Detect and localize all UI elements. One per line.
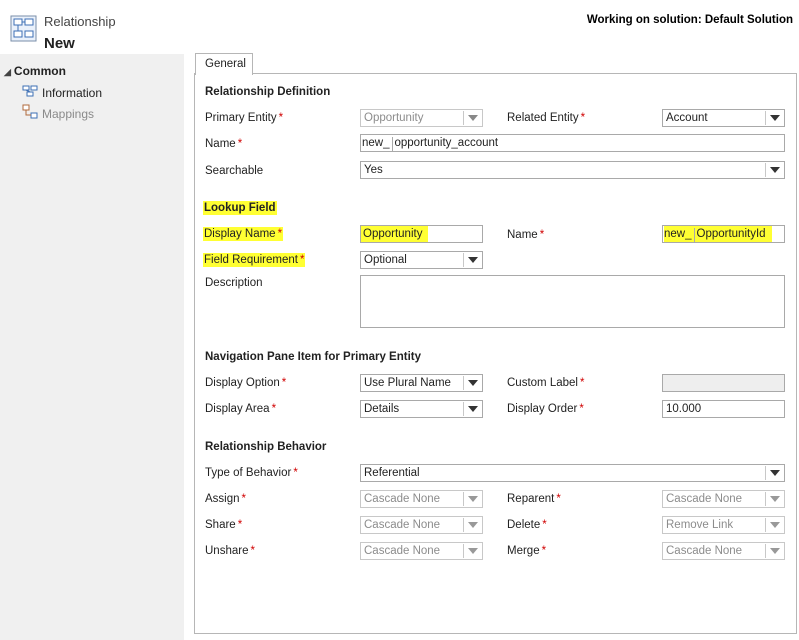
lookup-name-field[interactable]: new_ OpportunityId bbox=[662, 225, 785, 243]
primary-entity-select[interactable]: Opportunity bbox=[360, 109, 483, 127]
section-title-lookup-field: Lookup Field bbox=[203, 201, 277, 215]
assign-select[interactable]: Cascade None bbox=[360, 490, 483, 508]
display-option-select[interactable]: Use Plural Name bbox=[360, 374, 483, 392]
relationship-name-label: Name * bbox=[205, 138, 243, 150]
display-name-field[interactable]: Opportunity bbox=[360, 225, 483, 243]
unshare-select[interactable]: Cascade None bbox=[360, 542, 483, 560]
type-of-behavior-select[interactable]: Referential bbox=[360, 464, 785, 482]
chevron-down-icon bbox=[463, 111, 481, 125]
chevron-down-icon bbox=[765, 111, 783, 125]
lookup-name-label: Name * bbox=[507, 229, 545, 241]
reparent-label: Reparent * bbox=[507, 493, 561, 505]
display-order-field[interactable]: 10.000 bbox=[662, 400, 785, 418]
chevron-down-icon bbox=[463, 492, 481, 506]
display-name-label: Display Name * bbox=[203, 227, 284, 241]
display-order-label: Display Order * bbox=[507, 403, 584, 415]
custom-label-label: Custom Label * bbox=[507, 377, 585, 389]
information-icon bbox=[22, 84, 38, 101]
name-value: opportunity_account bbox=[394, 137, 499, 149]
chevron-down-icon bbox=[463, 518, 481, 532]
chevron-down-icon bbox=[463, 544, 481, 558]
sidebar-item-label: Information bbox=[42, 85, 103, 100]
description-label: Description bbox=[205, 277, 263, 289]
reparent-select[interactable]: Cascade None bbox=[662, 490, 785, 508]
field-requirement-label: Field Requirement * bbox=[203, 253, 306, 267]
primary-entity-label: Primary Entity * bbox=[205, 112, 284, 124]
name-prefix: new_ bbox=[664, 228, 695, 242]
section-title-relationship-behavior: Relationship Behavior bbox=[205, 441, 327, 453]
related-entity-select[interactable]: Account bbox=[662, 109, 785, 127]
entity-type-label: Relationship bbox=[44, 14, 116, 29]
tab-general[interactable]: General bbox=[195, 53, 253, 75]
merge-label: Merge * bbox=[507, 545, 547, 557]
assign-label: Assign * bbox=[205, 493, 247, 505]
section-title-relationship-definition: Relationship Definition bbox=[205, 86, 331, 98]
delete-select[interactable]: Remove Link bbox=[662, 516, 785, 534]
display-area-label: Display Area * bbox=[205, 403, 277, 415]
solution-label: Working on solution: Default Solution bbox=[586, 14, 793, 26]
name-value: OpportunityId bbox=[696, 228, 766, 240]
section-title-navigation-pane: Navigation Pane Item for Primary Entity bbox=[205, 351, 422, 363]
custom-label-field[interactable] bbox=[662, 374, 785, 392]
chevron-down-icon bbox=[765, 492, 783, 506]
delete-label: Delete * bbox=[507, 519, 547, 531]
display-option-label: Display Option * bbox=[205, 377, 287, 389]
chevron-down-icon bbox=[463, 253, 481, 267]
sidebar: ◢ Common Information Mappings bbox=[0, 54, 184, 640]
searchable-select[interactable]: Yes bbox=[360, 161, 785, 179]
merge-select[interactable]: Cascade None bbox=[662, 542, 785, 560]
display-name-value: Opportunity bbox=[361, 226, 429, 242]
chevron-down-icon bbox=[765, 518, 783, 532]
share-label: Share * bbox=[205, 519, 243, 531]
description-textarea[interactable] bbox=[360, 275, 785, 328]
page-title: New bbox=[44, 35, 75, 52]
searchable-label: Searchable bbox=[205, 165, 264, 177]
sidebar-group-common[interactable]: ◢ Common bbox=[4, 64, 66, 78]
mappings-icon bbox=[22, 104, 38, 123]
unshare-label: Unshare * bbox=[205, 545, 255, 557]
type-of-behavior-label: Type of Behavior * bbox=[205, 467, 298, 479]
chevron-down-icon bbox=[765, 466, 783, 480]
collapse-triangle-icon: ◢ bbox=[4, 67, 11, 77]
display-area-select[interactable]: Details bbox=[360, 400, 483, 418]
chevron-down-icon bbox=[765, 163, 783, 177]
sidebar-item-label: Mappings bbox=[42, 106, 95, 121]
related-entity-label: Related Entity * bbox=[507, 112, 586, 124]
chevron-down-icon bbox=[463, 376, 481, 390]
chevron-down-icon bbox=[463, 402, 481, 416]
share-select[interactable]: Cascade None bbox=[360, 516, 483, 534]
field-requirement-select[interactable]: Optional bbox=[360, 251, 483, 269]
chevron-down-icon bbox=[765, 544, 783, 558]
relationship-entity-icon bbox=[10, 15, 37, 42]
sidebar-group-label: Common bbox=[13, 64, 66, 78]
sidebar-item-information[interactable]: Information bbox=[22, 84, 102, 101]
relationship-name-field[interactable]: new_ opportunity_account bbox=[360, 134, 785, 152]
sidebar-item-mappings[interactable]: Mappings bbox=[22, 104, 94, 123]
name-prefix: new_ bbox=[362, 137, 393, 151]
